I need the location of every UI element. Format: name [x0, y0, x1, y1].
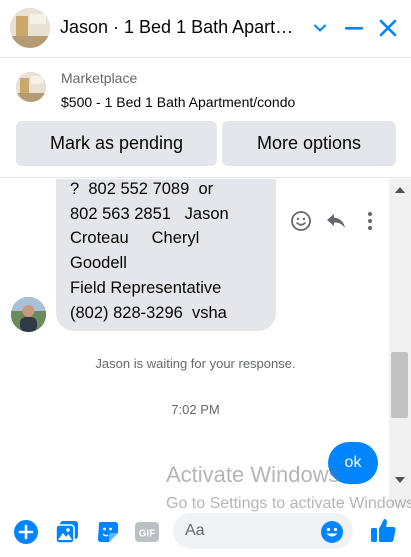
chevron-down-icon[interactable]	[306, 14, 334, 42]
photo-icon[interactable]	[53, 518, 81, 546]
scroll-up-arrow-icon[interactable]	[395, 187, 405, 193]
close-icon[interactable]	[374, 14, 402, 42]
more-options-button[interactable]: More options	[222, 121, 396, 166]
more-vertical-icon[interactable]	[358, 209, 382, 233]
listing-thumbnail[interactable]	[16, 72, 46, 102]
scroll-down-arrow-icon[interactable]	[395, 477, 405, 483]
sender-avatar[interactable]	[11, 297, 46, 332]
mark-as-pending-button[interactable]: Mark as pending	[16, 121, 217, 166]
message-composer: GIF	[0, 507, 411, 557]
chat-header: Jason · 1 Bed 1 Bath Apartment/condo	[0, 0, 411, 58]
chat-title[interactable]: Jason · 1 Bed 1 Bath Apartment/condo	[60, 17, 300, 38]
incoming-message-bubble[interactable]: ? 802 552 7089 or 802 563 2851 Jason Cro…	[56, 179, 276, 331]
message-timestamp: 7:02 PM	[171, 402, 220, 417]
message-actions	[288, 209, 388, 237]
marketplace-listing: Marketplace $500 - 1 Bed 1 Bath Apartmen…	[0, 58, 411, 178]
react-emoji-icon[interactable]	[289, 209, 313, 233]
sticker-icon[interactable]	[94, 518, 122, 546]
conversation-area: ? 802 552 7089 or 802 563 2851 Jason Cro…	[0, 179, 411, 507]
scrollbar-thumb[interactable]	[391, 352, 408, 418]
listing-avatar[interactable]	[10, 8, 50, 48]
thumbs-up-icon[interactable]	[369, 516, 397, 544]
minimize-icon[interactable]	[340, 14, 368, 42]
listing-title[interactable]: $500 - 1 Bed 1 Bath Apartment/condo	[61, 94, 295, 110]
outgoing-message-bubble[interactable]: ok	[328, 442, 378, 484]
gif-icon[interactable]: GIF	[133, 518, 161, 546]
reply-icon[interactable]	[324, 209, 348, 233]
listing-kind: Marketplace	[61, 70, 138, 86]
emoji-icon[interactable]	[320, 520, 344, 544]
plus-icon[interactable]	[12, 518, 40, 546]
svg-text:GIF: GIF	[139, 529, 156, 540]
conversation-scrollbar[interactable]	[389, 179, 411, 507]
waiting-notice: Jason is waiting for your response.	[95, 356, 296, 371]
